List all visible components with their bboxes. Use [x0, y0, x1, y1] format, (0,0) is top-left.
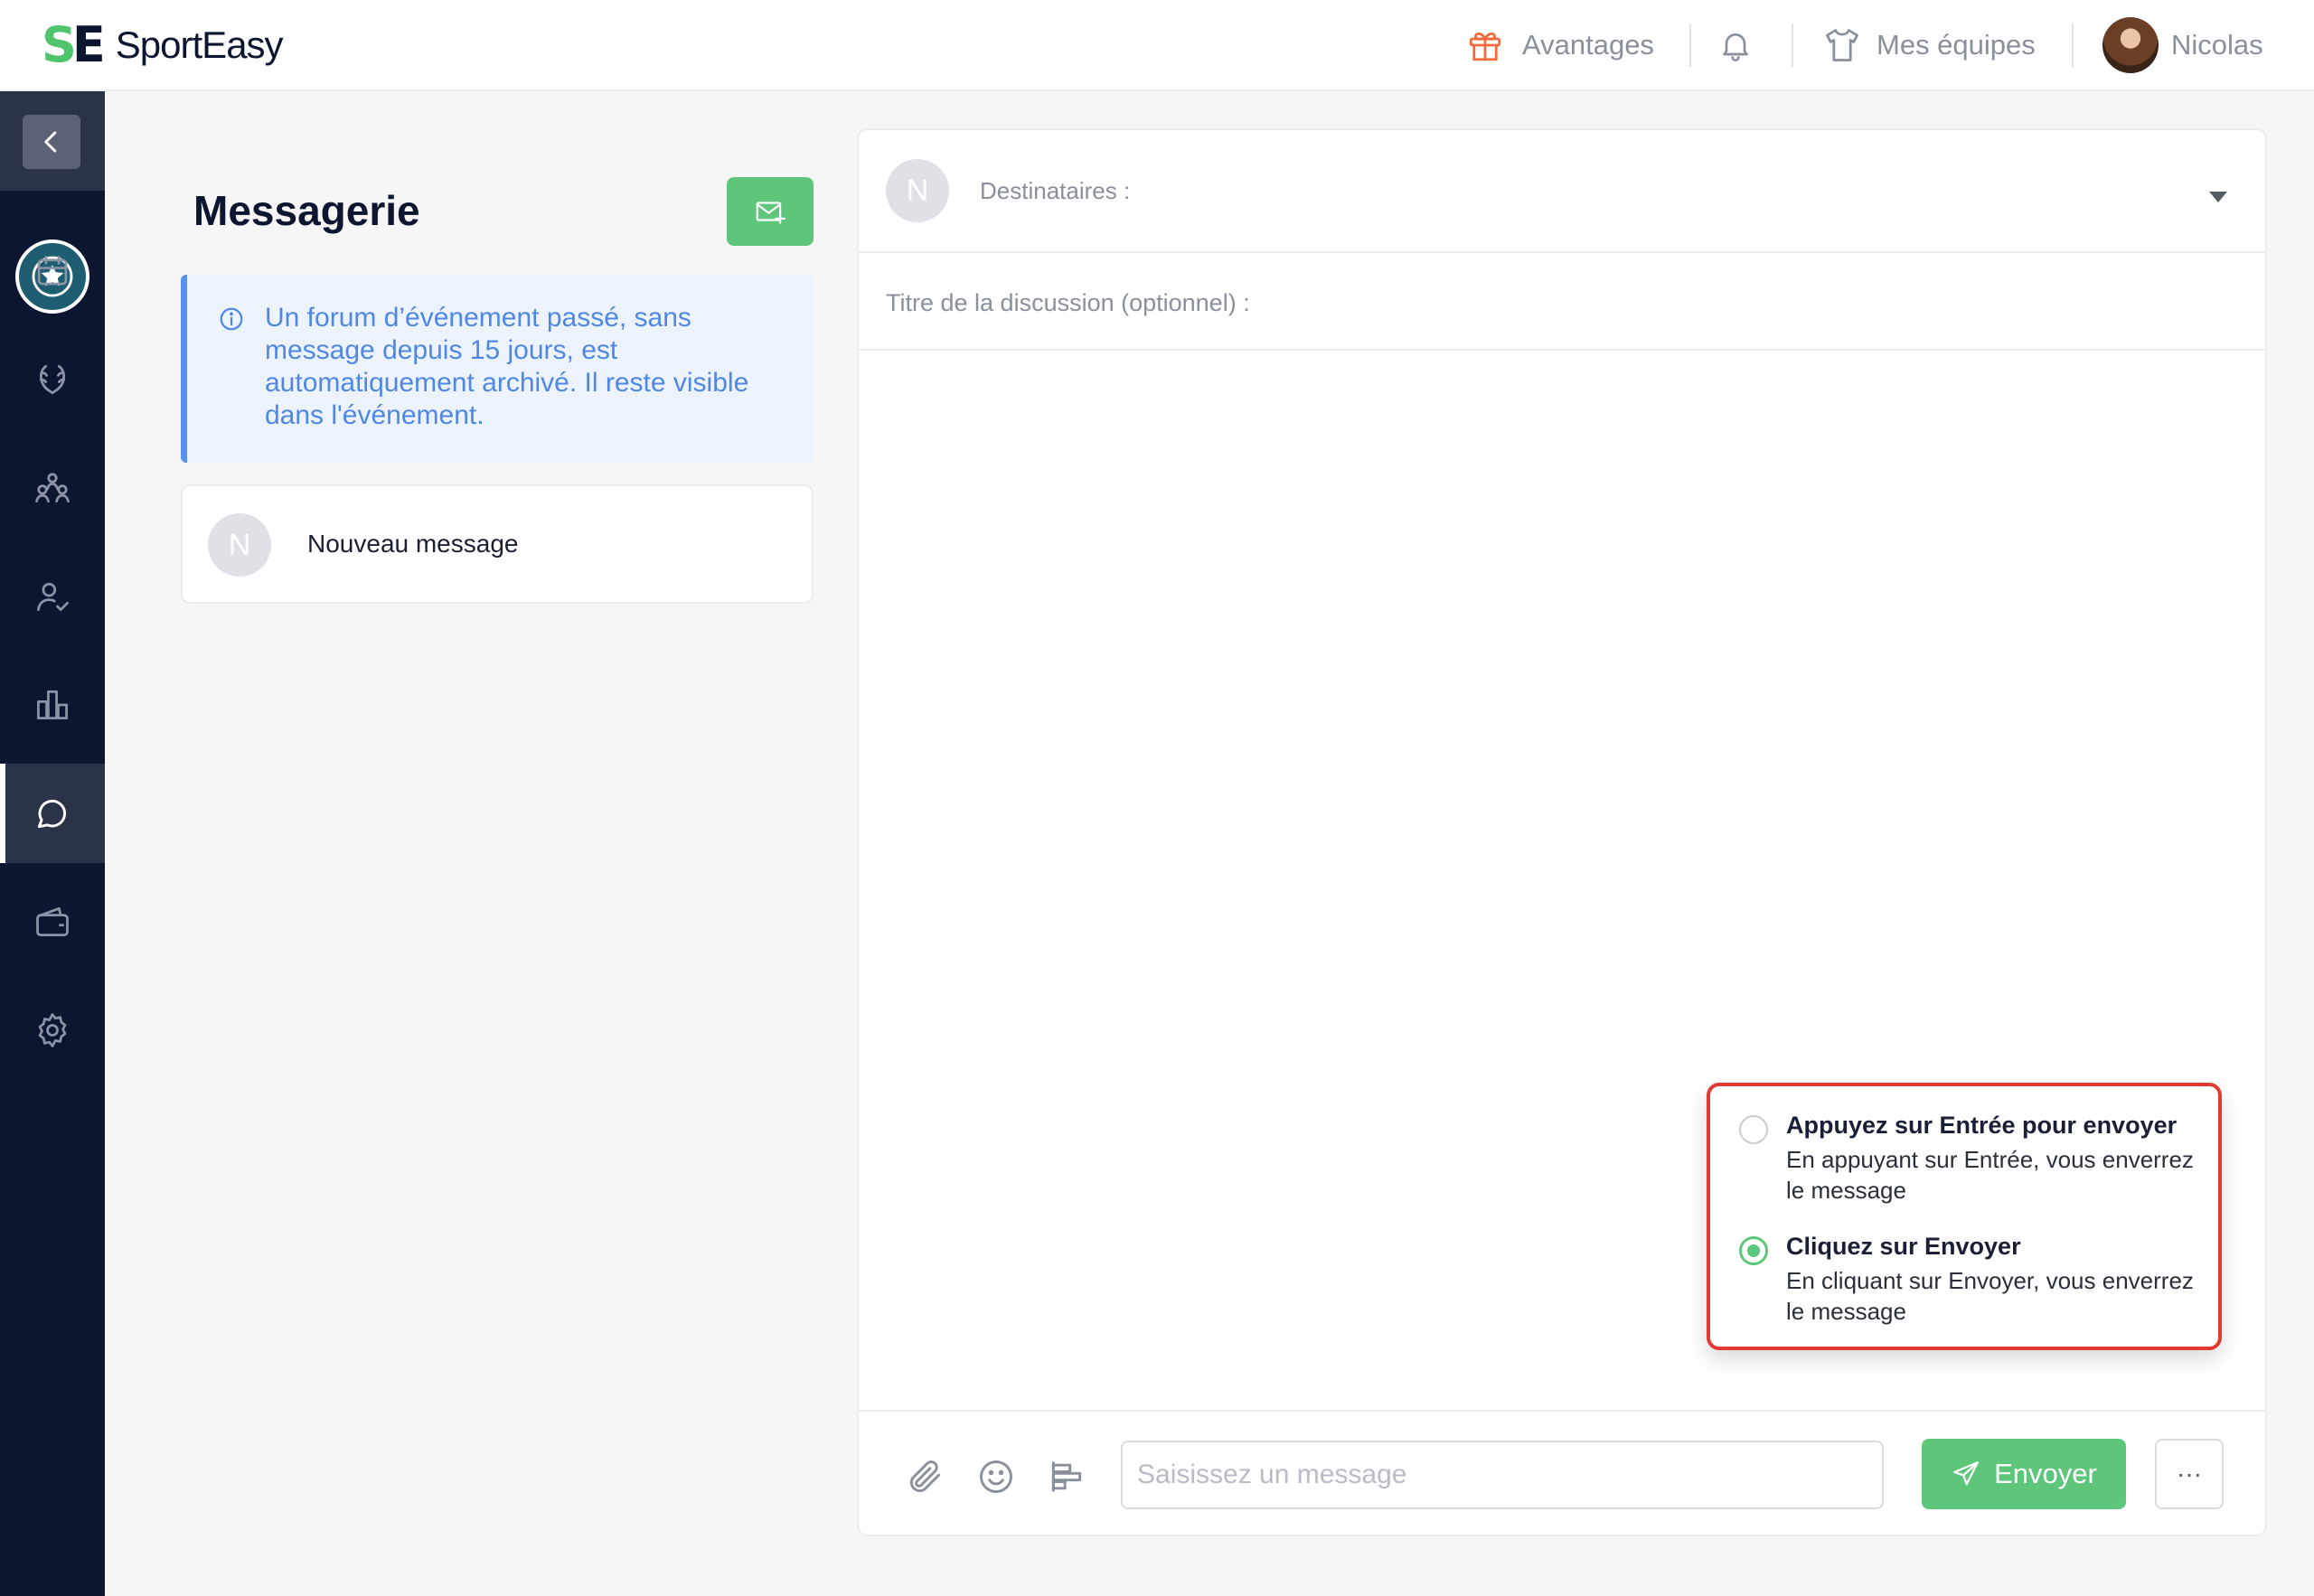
gift-icon: [1466, 26, 1504, 64]
sporteasy-logo[interactable]: SE SportEasy: [42, 16, 284, 73]
user-check-icon: [33, 577, 72, 616]
bell-icon: [1717, 27, 1754, 63]
notifications-button[interactable]: [1717, 22, 1754, 69]
page-title: Messagerie: [193, 187, 420, 234]
divider: [2072, 23, 2074, 67]
user-name: Nicolas: [2171, 29, 2263, 61]
divider: [1689, 23, 1691, 67]
mail-plus-icon: [753, 194, 787, 229]
divider: [1792, 23, 1793, 67]
jersey-icon: [1822, 25, 1862, 65]
paper-plane-icon: [1951, 1459, 1994, 1489]
emoji-button[interactable]: [974, 1455, 1018, 1498]
chevron-left-icon: [38, 128, 65, 155]
my-teams-label: Mes équipes: [1877, 29, 2036, 61]
user-menu[interactable]: Nicolas: [2102, 17, 2263, 73]
sidebar: [0, 91, 105, 1596]
discussion-title-field[interactable]: Titre de la discussion (optionnel) :: [859, 253, 2265, 351]
sidebar-item-messages[interactable]: [0, 764, 105, 863]
sidebar-item-settings[interactable]: [0, 981, 105, 1080]
archive-info-text: Un forum d’événement passé, sans message…: [265, 303, 749, 430]
conversation-item[interactable]: N Nouveau message: [181, 484, 814, 604]
message-composer: Envoyer ···: [859, 1410, 2265, 1536]
sidebar-item-calendar[interactable]: [0, 221, 105, 321]
discussion-title-label: Titre de la discussion (optionnel) :: [886, 289, 1250, 316]
chevron-down-icon[interactable]: [2209, 192, 2227, 202]
logo-text: SportEasy: [115, 23, 284, 66]
send-mode-popover: Appuyez sur Entrée pour envoyer En appuy…: [1707, 1083, 2222, 1350]
send-button[interactable]: Envoyer: [1922, 1439, 2126, 1509]
recipients-field[interactable]: N Destinataires :: [859, 130, 2265, 253]
avatar: N: [208, 513, 271, 577]
poll-button[interactable]: [1045, 1455, 1088, 1498]
calendar-icon: [33, 252, 71, 290]
smiley-icon: [976, 1457, 1016, 1497]
sidebar-item-trophies[interactable]: [0, 330, 105, 429]
send-option-title: Cliquez sur Envoyer: [1786, 1233, 2021, 1260]
gear-icon: [33, 1010, 72, 1050]
send-option-click-radio[interactable]: [1739, 1236, 1768, 1265]
perks-label: Avantages: [1522, 29, 1654, 61]
more-options-button[interactable]: ···: [2155, 1439, 2224, 1509]
avatar: N: [886, 159, 949, 222]
collapse-zone: [0, 91, 105, 191]
send-option-title: Appuyez sur Entrée pour envoyer: [1786, 1112, 2178, 1139]
message-input[interactable]: [1121, 1441, 1884, 1509]
logo-mark: SE: [42, 16, 106, 73]
bar-chart-icon: [33, 685, 72, 725]
laurel-icon: [33, 360, 72, 399]
send-option-enter-radio[interactable]: [1739, 1115, 1768, 1144]
archive-info-box: Un forum d’événement passé, sans message…: [181, 275, 814, 463]
compose-panel: N Destinataires : Titre de la discussion…: [857, 128, 2267, 1536]
sidebar-item-team[interactable]: [0, 438, 105, 538]
wallet-icon: [33, 902, 72, 942]
sidebar-item-attendance[interactable]: [0, 547, 105, 646]
perks-link[interactable]: Avantages: [1466, 22, 1654, 69]
paperclip-icon: [906, 1457, 945, 1497]
collapse-sidebar-button[interactable]: [23, 115, 80, 169]
send-label: Envoyer: [1994, 1458, 2097, 1489]
sidebar-item-wallet[interactable]: [0, 872, 105, 972]
attach-button[interactable]: [904, 1455, 947, 1498]
chat-icon: [33, 793, 72, 833]
poll-bars-icon: [1047, 1457, 1086, 1497]
my-teams-link[interactable]: Mes équipes: [1822, 22, 2036, 69]
conversation-label: Nouveau message: [307, 530, 519, 558]
team-icon: [33, 468, 72, 508]
send-option-description: En cliquant sur Envoyer, vous enverrez l…: [1786, 1267, 2194, 1325]
recipients-label: Destinataires :: [980, 177, 1131, 204]
top-bar: SE SportEasy Avantages Mes équipes Nicol…: [0, 0, 2314, 91]
send-option-description: En appuyant sur Entrée, vous enverrez le…: [1786, 1146, 2194, 1204]
info-icon: [218, 305, 245, 333]
sidebar-item-stats[interactable]: [0, 655, 105, 755]
new-message-button[interactable]: [727, 177, 814, 246]
user-avatar: [2102, 17, 2159, 73]
